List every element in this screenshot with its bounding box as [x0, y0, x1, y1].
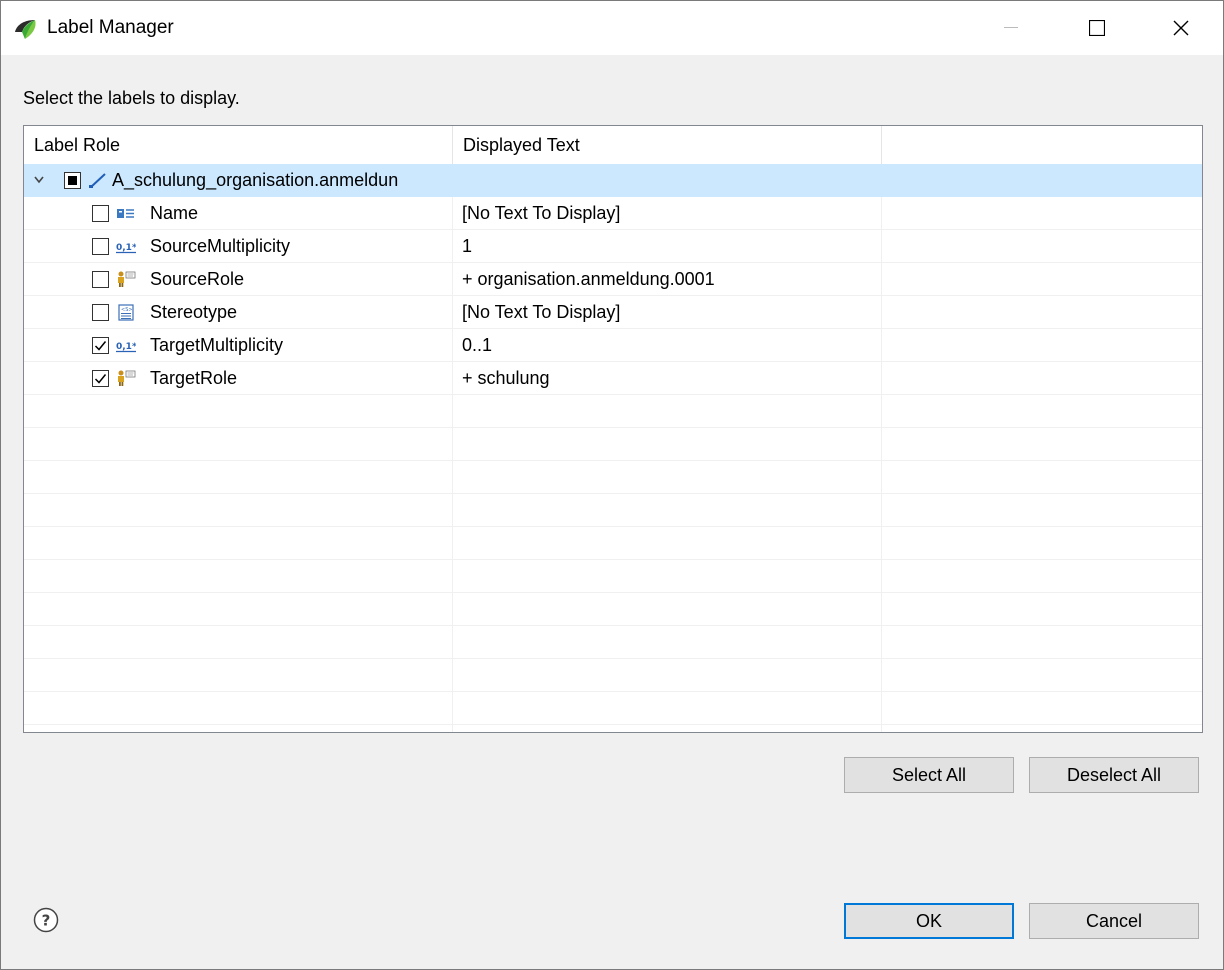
- root-label: A_schulung_organisation.anmeldun: [112, 170, 399, 190]
- column-header-empty[interactable]: [882, 126, 1202, 164]
- row-displayed-text: 1: [462, 236, 473, 256]
- row-displayed-text: [No Text To Display]: [462, 203, 621, 223]
- row-displayed-text: 0..1: [462, 335, 493, 355]
- empty-row: [24, 725, 1202, 732]
- table-row[interactable]: 0,1* SourceMultiplicity 1: [24, 230, 1202, 263]
- table-header: Label Role Displayed Text: [24, 126, 1202, 164]
- svg-text:0,1*: 0,1*: [116, 342, 136, 352]
- select-all-button[interactable]: Select All: [844, 757, 1014, 793]
- minimize-icon: [1004, 27, 1018, 28]
- window-title: Label Manager: [47, 17, 174, 38]
- association-icon: [89, 173, 106, 188]
- maximize-button[interactable]: [1067, 1, 1127, 55]
- column-header-displayed-text[interactable]: Displayed Text: [453, 126, 882, 164]
- cancel-button[interactable]: Cancel: [1029, 903, 1199, 939]
- tree-root-row[interactable]: A_schulung_organisation.anmeldun: [24, 164, 1202, 197]
- empty-row: [24, 527, 1202, 560]
- row-label: SourceMultiplicity: [150, 236, 291, 256]
- table-row[interactable]: <S> Stereotype [No Text To Display]: [24, 296, 1202, 329]
- root-tristate-checkbox[interactable]: [64, 172, 81, 189]
- minimize-button[interactable]: [981, 1, 1041, 55]
- table-row[interactable]: Name [No Text To Display]: [24, 197, 1202, 230]
- table-body: A_schulung_organisation.anmeldun Name [N…: [24, 164, 1202, 732]
- table-row[interactable]: 0,1* TargetMultiplicity 0..1: [24, 329, 1202, 362]
- name-icon: [117, 209, 134, 218]
- row-checkbox[interactable]: [92, 337, 109, 354]
- maximize-icon: [1089, 20, 1105, 36]
- chevron-down-icon[interactable]: [32, 174, 46, 186]
- empty-row: [24, 494, 1202, 527]
- label-table[interactable]: Label Role Displayed Text A_schulung_org…: [23, 125, 1203, 733]
- deselect-all-button[interactable]: Deselect All: [1029, 757, 1199, 793]
- empty-row: [24, 461, 1202, 494]
- label-manager-dialog: Label Manager Select the labels to displ…: [0, 0, 1224, 970]
- instruction-text: Select the labels to display.: [23, 88, 240, 108]
- checkmark-icon: [94, 341, 107, 351]
- row-checkbox[interactable]: [92, 304, 109, 321]
- row-label: SourceRole: [150, 269, 245, 289]
- table-row[interactable]: TargetRole + schulung: [24, 362, 1202, 395]
- row-displayed-text: + schulung: [462, 368, 550, 388]
- ok-button[interactable]: OK: [844, 903, 1014, 939]
- row-checkbox[interactable]: [92, 271, 109, 288]
- empty-row: [24, 428, 1202, 461]
- row-checkbox[interactable]: [92, 205, 109, 222]
- multiplicity-icon: 0,1*: [116, 243, 136, 254]
- app-logo-icon: [15, 20, 36, 39]
- empty-row: [24, 659, 1202, 692]
- row-displayed-text: [No Text To Display]: [462, 302, 621, 322]
- row-checkbox[interactable]: [92, 238, 109, 255]
- close-icon: [1173, 20, 1189, 36]
- role-icon: [118, 370, 136, 386]
- empty-row: [24, 560, 1202, 593]
- role-icon: [118, 271, 136, 287]
- svg-text:0,1*: 0,1*: [116, 243, 136, 253]
- multiplicity-icon: 0,1*: [116, 342, 136, 353]
- table-row[interactable]: SourceRole + organisation.anmeldung.0001: [24, 263, 1202, 296]
- svg-text:<S>: <S>: [121, 307, 133, 313]
- title-bar: Label Manager: [1, 1, 1223, 55]
- empty-row: [24, 593, 1202, 626]
- row-label: TargetRole: [150, 368, 238, 388]
- row-label: Name: [150, 203, 199, 223]
- empty-row: [24, 692, 1202, 725]
- svg-text:?: ?: [42, 912, 51, 930]
- empty-row: [24, 626, 1202, 659]
- row-displayed-text: + organisation.anmeldung.0001: [462, 269, 715, 289]
- column-header-label-role[interactable]: Label Role: [24, 126, 453, 164]
- empty-row: [24, 395, 1202, 428]
- row-label: TargetMultiplicity: [150, 335, 284, 355]
- stereotype-icon: <S>: [118, 304, 134, 321]
- close-button[interactable]: [1151, 1, 1211, 55]
- row-checkbox[interactable]: [92, 370, 109, 387]
- row-label: Stereotype: [150, 302, 238, 322]
- help-icon[interactable]: ?: [33, 907, 59, 933]
- checkmark-icon: [94, 374, 107, 384]
